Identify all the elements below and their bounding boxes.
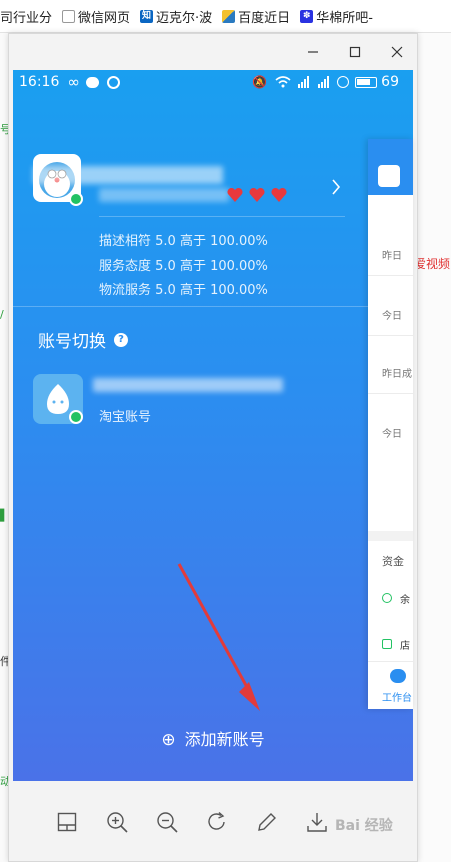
app-preview-panel: 昨日 今日 昨日成 今日 资金 余 店 工作台 xyxy=(368,139,413,709)
preview-text: 昨日 xyxy=(382,251,402,262)
divider xyxy=(368,531,413,541)
background-page-left: 号 / ▌ 件 动 xyxy=(0,33,11,862)
edit-button[interactable] xyxy=(247,802,287,842)
maximize-icon xyxy=(349,46,361,58)
close-icon xyxy=(391,46,403,58)
preview-tab-label: 工作台 xyxy=(382,693,412,704)
window-title-bar xyxy=(9,34,417,70)
bookmark-item[interactable]: 知 迈克尔·波 xyxy=(140,7,212,26)
water-drop-icon xyxy=(382,593,392,603)
plus-circle-icon: ⊕ xyxy=(161,730,176,750)
rotate-icon xyxy=(208,811,225,830)
maximize-button[interactable] xyxy=(335,34,375,70)
red-arrow-annotation xyxy=(177,563,260,711)
bookmark-item[interactable]: ✽ 华棉所吧- xyxy=(300,7,373,26)
store-icon xyxy=(382,639,392,649)
bookmark-label: 百度近日 xyxy=(238,10,291,26)
preview-text: 资金 xyxy=(382,555,404,568)
baidu-tieba-icon xyxy=(222,9,236,23)
zhihu-icon: 知 xyxy=(140,9,154,23)
preview-text: 店 xyxy=(400,641,410,652)
fit-window-icon xyxy=(57,812,77,832)
bookmarks-bar: 司行业分 微信网页 知 迈克尔·波 百度近日 ✽ 华棉所吧- xyxy=(0,0,451,33)
page-fragment: / xyxy=(0,308,4,321)
download-icon xyxy=(307,813,327,832)
paw-icon: ✽ xyxy=(300,9,314,23)
add-account-label: 添加新账号 xyxy=(184,730,265,749)
bookmark-label: 华棉所吧- xyxy=(316,10,373,26)
zoom-out-icon xyxy=(157,812,178,833)
background-page-right: 爱视频 xyxy=(414,33,451,862)
zoom-in-icon xyxy=(107,812,128,833)
bookmark-label: 迈克尔·波 xyxy=(156,10,213,26)
preview-text: 今日 xyxy=(382,311,402,322)
workbench-icon xyxy=(390,669,406,683)
divider xyxy=(368,275,413,276)
close-button[interactable] xyxy=(377,34,417,70)
bookmark-label: 微信网页 xyxy=(78,10,131,26)
rotate-button[interactable] xyxy=(197,802,237,842)
phone-screenshot: 16:16 ∞ 🔕 69 描述相符 5.0 高于 100.00% 服务态度 5.… xyxy=(13,70,413,781)
minimize-icon xyxy=(308,51,318,53)
preview-text: 余 xyxy=(400,595,410,606)
fit-window-button[interactable] xyxy=(47,802,87,842)
baidu-watermark: Bai 经验 xyxy=(335,818,393,834)
divider xyxy=(368,335,413,336)
preview-text: 昨日成 xyxy=(382,369,412,380)
zoom-out-button[interactable] xyxy=(147,802,187,842)
page-icon xyxy=(62,9,76,23)
zoom-in-button[interactable] xyxy=(97,802,137,842)
background-red-text: 爱视频 xyxy=(414,257,451,271)
add-account-button[interactable]: ⊕ 添加新账号 xyxy=(13,726,413,750)
bookmark-label: 司行业分 xyxy=(0,10,53,26)
divider xyxy=(368,393,413,394)
divider xyxy=(368,661,413,662)
download-button[interactable] xyxy=(297,802,337,842)
preview-header xyxy=(368,139,413,195)
minimize-button[interactable] xyxy=(293,34,333,70)
pencil-icon xyxy=(258,813,276,831)
bookmark-item[interactable]: 百度近日 xyxy=(222,7,290,26)
preview-text: 今日 xyxy=(382,429,402,440)
bookmark-item[interactable]: 微信网页 xyxy=(62,7,130,26)
bookmark-item[interactable]: 司行业分 xyxy=(0,7,52,26)
image-viewer-window: 16:16 ∞ 🔕 69 描述相符 5.0 高于 100.00% 服务态度 5.… xyxy=(8,33,418,862)
doraemon-avatar-small xyxy=(378,165,400,187)
